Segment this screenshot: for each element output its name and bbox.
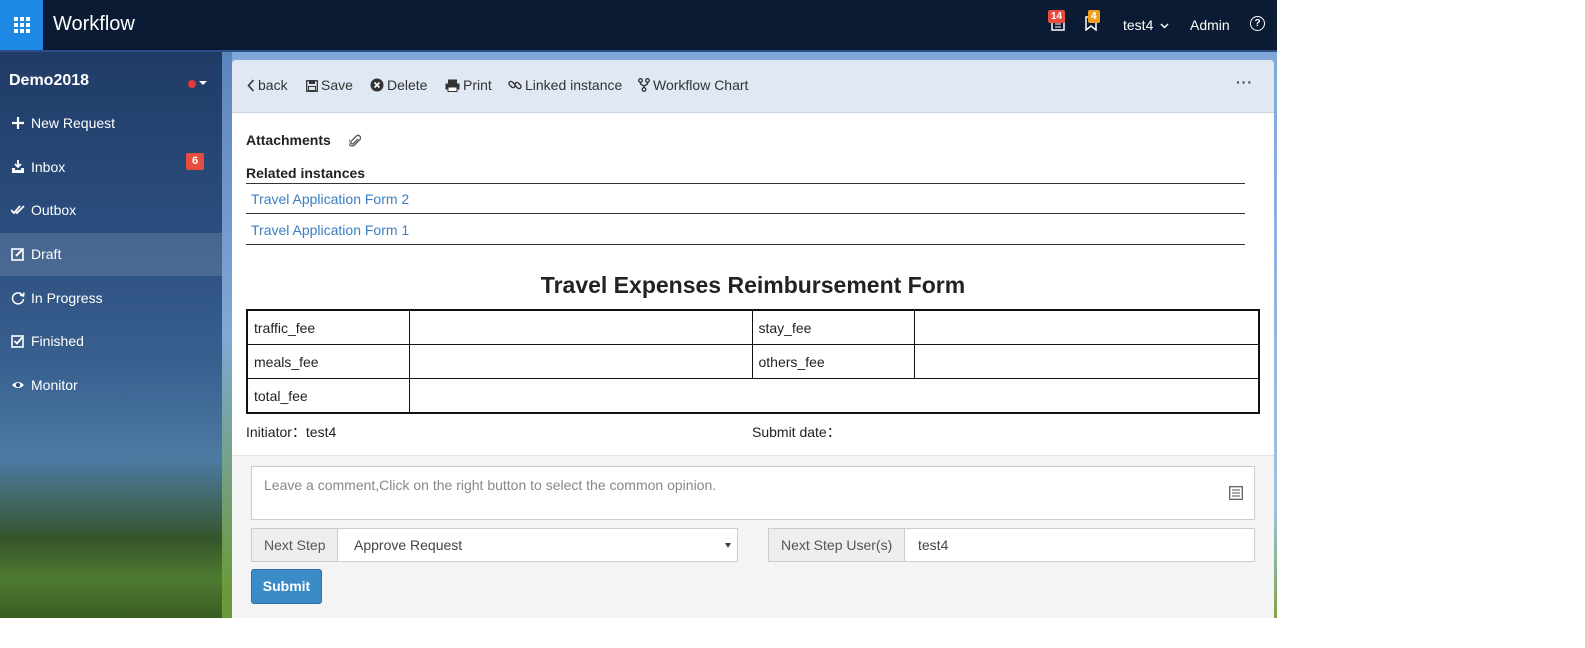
link-icon <box>508 80 522 90</box>
sidebar-item-label: Inbox <box>31 159 66 175</box>
refresh-icon <box>11 292 25 305</box>
submit-button[interactable]: Submit <box>251 569 322 604</box>
divider <box>246 183 1245 184</box>
submit-date-text: Submit date： <box>752 424 841 440</box>
sidebar-item-label: Monitor <box>31 377 78 393</box>
printer-icon <box>445 79 460 92</box>
others-fee-label: others_fee <box>751 344 915 379</box>
initiator-text: Initiator：test4 <box>246 424 337 440</box>
inbox-icon <box>12 160 24 173</box>
sidebar-item-finished[interactable]: Finished <box>0 320 222 363</box>
app-title: Workflow <box>53 13 135 35</box>
related-instance-link[interactable]: Travel Application Form 2 <box>251 191 409 207</box>
user-menu[interactable]: test4 <box>1123 17 1169 33</box>
back-button[interactable]: back <box>247 77 288 93</box>
org-name: Demo2018 <box>9 72 90 89</box>
linked-instance-label: Linked instance <box>525 77 623 93</box>
paperclip-icon[interactable] <box>349 134 361 148</box>
chevron-left-icon <box>247 79 255 92</box>
status-dot-icon[interactable] <box>188 80 196 88</box>
divider <box>246 213 1245 214</box>
workflow-app: Workflow 14 4 test4 Admin ? Demo2018 New… <box>0 0 1277 618</box>
app-grid-button[interactable] <box>0 0 43 50</box>
edit-icon <box>11 248 24 261</box>
meals-fee-label: meals_fee <box>246 344 410 379</box>
back-label: back <box>258 77 288 93</box>
sidebar-item-draft[interactable]: Draft <box>0 233 222 276</box>
delete-button[interactable]: Delete <box>370 77 427 93</box>
next-step-users-group: Next Step User(s) test4 <box>768 528 1255 562</box>
next-step-users-input[interactable]: test4 <box>906 529 1254 561</box>
related-instances-title: Related instances <box>246 165 366 181</box>
next-step-label: Next Step <box>252 529 339 561</box>
admin-link[interactable]: Admin <box>1190 17 1230 33</box>
next-step-users-label: Next Step User(s) <box>769 529 906 561</box>
sidebar-item-monitor[interactable]: Monitor <box>0 364 222 407</box>
user-name: test4 <box>1123 17 1154 33</box>
notifications-badge: 14 <box>1048 10 1066 23</box>
fee-table: traffic_fee stay_fee meals_fee others_fe… <box>246 309 1260 414</box>
request-panel: back Save Delete Print Linked instance W… <box>232 60 1274 618</box>
sidebar-edge <box>222 52 232 618</box>
sidebar-item-label: Outbox <box>31 202 77 218</box>
comment-field[interactable]: Leave a comment,Click on the right butto… <box>251 466 1255 520</box>
top-bar: Workflow 14 4 test4 Admin ? <box>0 0 1277 52</box>
form-title: Travel Expenses Reimbursement Form <box>540 272 966 298</box>
branch-icon <box>638 78 650 92</box>
next-step-select[interactable]: Approve Request <box>339 529 737 561</box>
workflow-chart-label: Workflow Chart <box>653 77 749 93</box>
print-label: Print <box>463 77 492 93</box>
double-check-icon <box>11 205 25 215</box>
times-circle-icon <box>370 78 384 92</box>
sidebar-item-label: Finished <box>31 333 84 349</box>
common-opinion-icon[interactable] <box>1229 486 1243 500</box>
next-step-group: Next Step Approve Request <box>251 528 738 562</box>
caret-down-icon[interactable] <box>199 81 207 85</box>
sidebar-item-in-progress[interactable]: In Progress <box>0 277 222 320</box>
eye-icon <box>12 382 24 388</box>
print-button[interactable]: Print <box>445 77 492 93</box>
help-icon[interactable]: ? <box>1250 16 1265 31</box>
meals-fee-input[interactable] <box>408 344 753 379</box>
toolbar: back Save Delete Print Linked instance W… <box>232 60 1274 113</box>
save-label: Save <box>321 77 353 93</box>
next-step-users-value: test4 <box>918 537 949 553</box>
table-row: total_fee <box>246 378 1260 414</box>
sidebar-item-label: In Progress <box>31 290 103 306</box>
stay-fee-input[interactable] <box>913 309 1260 345</box>
sidebar-item-inbox[interactable]: Inbox 6 <box>0 146 222 189</box>
traffic-fee-input[interactable] <box>408 309 753 345</box>
total-fee-label: total_fee <box>246 378 410 414</box>
sidebar: Demo2018 New Request Inbox 6 Outbox Draf… <box>0 52 222 618</box>
sidebar-item-label: New Request <box>31 115 116 131</box>
traffic-fee-label: traffic_fee <box>246 309 410 345</box>
grid-icon <box>13 17 30 33</box>
sidebar-item-outbox[interactable]: Outbox <box>0 189 222 232</box>
sidebar-item-label: Draft <box>31 246 62 262</box>
chevron-down-icon <box>1160 23 1169 29</box>
sidebar-item-new-request[interactable]: New Request <box>0 102 222 145</box>
plus-icon <box>12 117 24 129</box>
inbox-count-badge: 6 <box>186 153 205 170</box>
delete-label: Delete <box>387 77 428 93</box>
attachments-title: Attachments <box>246 132 331 148</box>
floppy-icon <box>306 80 318 92</box>
next-step-value: Approve Request <box>354 537 463 553</box>
more-options-button[interactable]: ··· <box>1236 74 1253 90</box>
others-fee-input[interactable] <box>913 344 1260 379</box>
stay-fee-label: stay_fee <box>751 309 915 345</box>
caret-down-icon <box>725 543 731 548</box>
table-row: traffic_fee stay_fee <box>246 309 1260 345</box>
total-fee-value <box>408 378 1260 414</box>
save-button[interactable]: Save <box>306 77 353 93</box>
table-row: meals_fee others_fee <box>246 344 1260 379</box>
approval-section: Leave a comment,Click on the right butto… <box>232 455 1274 618</box>
checkbox-icon <box>11 335 24 348</box>
divider <box>246 244 1245 245</box>
workflow-chart-button[interactable]: Workflow Chart <box>638 77 748 93</box>
comment-placeholder: Leave a comment,Click on the right butto… <box>264 477 717 493</box>
related-instance-link[interactable]: Travel Application Form 1 <box>251 222 409 238</box>
bookmarks-badge: 4 <box>1088 10 1100 23</box>
linked-instance-button[interactable]: Linked instance <box>508 77 622 93</box>
